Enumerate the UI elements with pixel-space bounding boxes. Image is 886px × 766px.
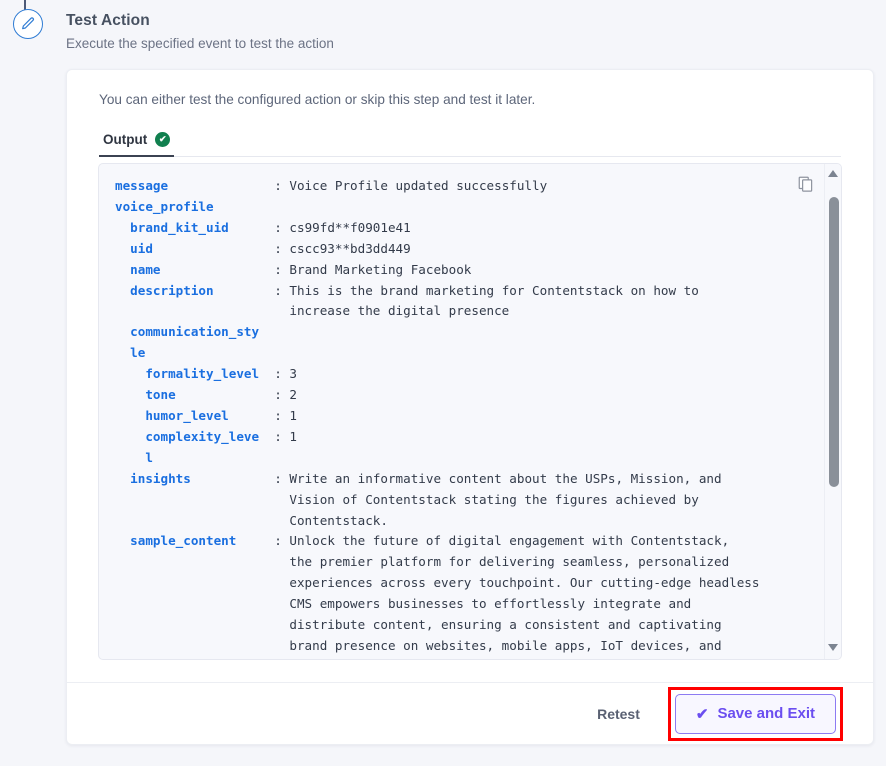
output-code-panel: message : Voice Profile updated successf… xyxy=(98,163,842,660)
check-icon: ✔ xyxy=(695,705,709,723)
output-scrollbar[interactable] xyxy=(824,164,841,659)
tab-strip: Output ✔ xyxy=(99,127,841,157)
page-title: Test Action xyxy=(66,12,150,29)
retest-button[interactable]: Retest xyxy=(583,698,654,730)
card-footer: Retest ✔ Save and Exit xyxy=(67,682,873,744)
copy-icon[interactable] xyxy=(797,175,815,193)
card-intro-text: You can either test the configured actio… xyxy=(99,92,536,107)
scrollbar-thumb[interactable] xyxy=(828,197,839,487)
save-and-exit-label: Save and Exit xyxy=(717,705,815,722)
green-check-icon: ✔ xyxy=(155,132,171,147)
page-subtitle: Execute the specified event to test the … xyxy=(66,36,334,51)
pencil-edit-icon xyxy=(13,9,43,39)
test-action-page: Test Action Execute the specified event … xyxy=(0,0,886,766)
scroll-up-arrow-icon[interactable] xyxy=(828,170,838,177)
tab-output-label: Output xyxy=(103,132,148,147)
tab-output[interactable]: Output ✔ xyxy=(99,132,175,157)
save-button-highlight: ✔ Save and Exit xyxy=(667,686,843,741)
scroll-down-arrow-icon[interactable] xyxy=(828,644,838,651)
step-rail xyxy=(13,0,49,70)
output-code-text: message : Voice Profile updated successf… xyxy=(115,178,760,659)
page-header: Test Action Execute the specified event … xyxy=(66,12,334,51)
save-and-exit-button[interactable]: ✔ Save and Exit xyxy=(674,693,836,734)
